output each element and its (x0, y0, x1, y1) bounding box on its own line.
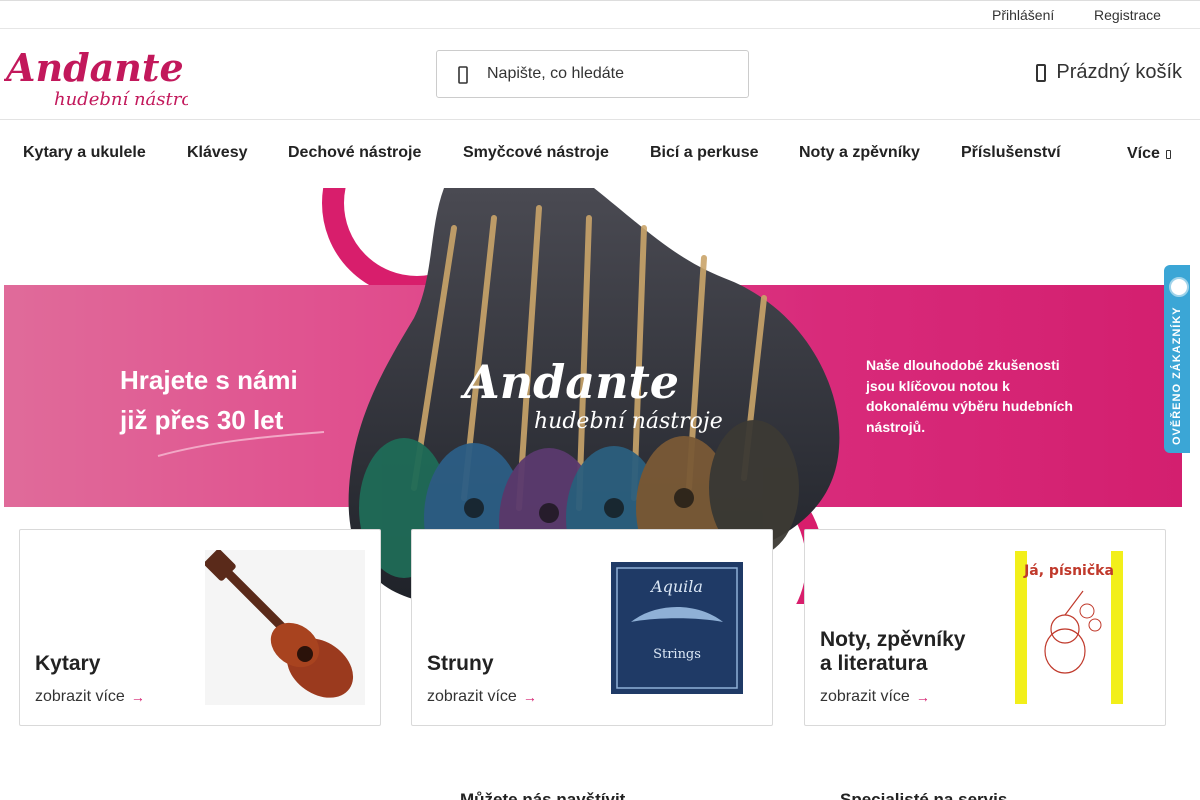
ukulele-image (205, 550, 365, 705)
card-title: Struny (427, 652, 494, 675)
search-input[interactable] (487, 61, 737, 87)
site-header: Andante hudební nástroje Prázdný košík (0, 29, 1200, 120)
login-link[interactable]: Přihlášení (992, 7, 1054, 23)
nav-more-label: Více (1127, 145, 1160, 162)
songbook-image: Já, písnička (1015, 551, 1123, 704)
nav-more-button[interactable]: Více (1127, 145, 1171, 163)
nav-item-noty[interactable]: Noty a zpěvníky (799, 144, 920, 162)
arrow-right-icon: → (522, 689, 537, 705)
cart-label: Prázdný košík (1056, 61, 1182, 83)
hero-headline-line1: Hrajete s námi (120, 365, 298, 395)
arrow-right-icon: → (915, 689, 930, 705)
andante-logo[interactable]: Andante hudební nástroje (4, 41, 188, 109)
nav-item-dechove[interactable]: Dechové nástroje (288, 144, 421, 162)
svg-text:Aquila: Aquila (649, 577, 703, 596)
nav-item-bici[interactable]: Bicí a perkuse (650, 144, 759, 162)
card-title: Noty, zpěvníky a literatura (820, 628, 966, 675)
cart-icon (1036, 63, 1047, 82)
svg-text:hudební nástroje: hudební nástroje (54, 89, 188, 109)
hero-headline: Hrajete s námi již přes 30 let (120, 360, 325, 457)
category-card-kytary[interactable]: Kytary zobrazit více → (19, 529, 381, 726)
svg-text:Andante: Andante (4, 45, 184, 90)
card-title: Kytary (35, 652, 101, 675)
main-navigation: Kytary a ukulele Klávesy Dechové nástroj… (0, 120, 1200, 186)
card-more-link[interactable]: zobrazit více → (35, 688, 145, 706)
card-more-link[interactable]: zobrazit více → (427, 688, 537, 706)
nav-item-kytary[interactable]: Kytary a ukulele (23, 144, 146, 162)
hero-logo-overlay: Andante hudební nástroje (460, 355, 723, 434)
category-card-struny[interactable]: Aquila Strings Struny zobrazit více → (411, 529, 773, 726)
nav-item-smyccove[interactable]: Smyčcové nástroje (463, 144, 609, 162)
nav-item-klavesy[interactable]: Klávesy (187, 144, 248, 162)
svg-text:Strings: Strings (653, 647, 701, 662)
svg-text:hudební nástroje: hudební nástroje (534, 409, 723, 434)
arrow-right-icon: → (130, 689, 145, 705)
category-card-noty[interactable]: Já, písnička Noty, zpěvníky a literatura… (804, 529, 1166, 726)
search-icon[interactable] (455, 65, 471, 85)
verified-badge[interactable]: OVĚŘENO ZÁKAZNÍKY (1164, 265, 1190, 453)
chevron-down-icon (1165, 149, 1171, 159)
svg-text:Já, písnička: Já, písnička (1023, 563, 1114, 579)
top-bar: Přihlášení Registrace (0, 0, 1200, 29)
verified-label: OVĚŘENO ZÁKAZNÍKY (1171, 306, 1183, 445)
svg-text:Andante: Andante (460, 355, 679, 409)
search-box[interactable] (436, 50, 749, 98)
hero-tagline: Naše dlouhodobé zkušenosti jsou klíčovou… (866, 357, 1073, 435)
strings-pack-image: Aquila Strings (611, 562, 743, 694)
footer-service-heading: Specialisté na servis (840, 790, 1008, 800)
card-more-link[interactable]: zobrazit více → (820, 688, 930, 706)
category-cards: Kytary zobrazit více → Aquila Strings Str… (19, 529, 1169, 726)
nav-item-prislusenstvi[interactable]: Příslušenství (961, 144, 1061, 162)
cart-button[interactable]: Prázdný košík (1036, 61, 1182, 84)
footer-visit-heading: Můžete nás navštívit (460, 790, 626, 800)
swoosh-decoration (157, 431, 325, 457)
register-link[interactable]: Registrace (1094, 7, 1161, 23)
